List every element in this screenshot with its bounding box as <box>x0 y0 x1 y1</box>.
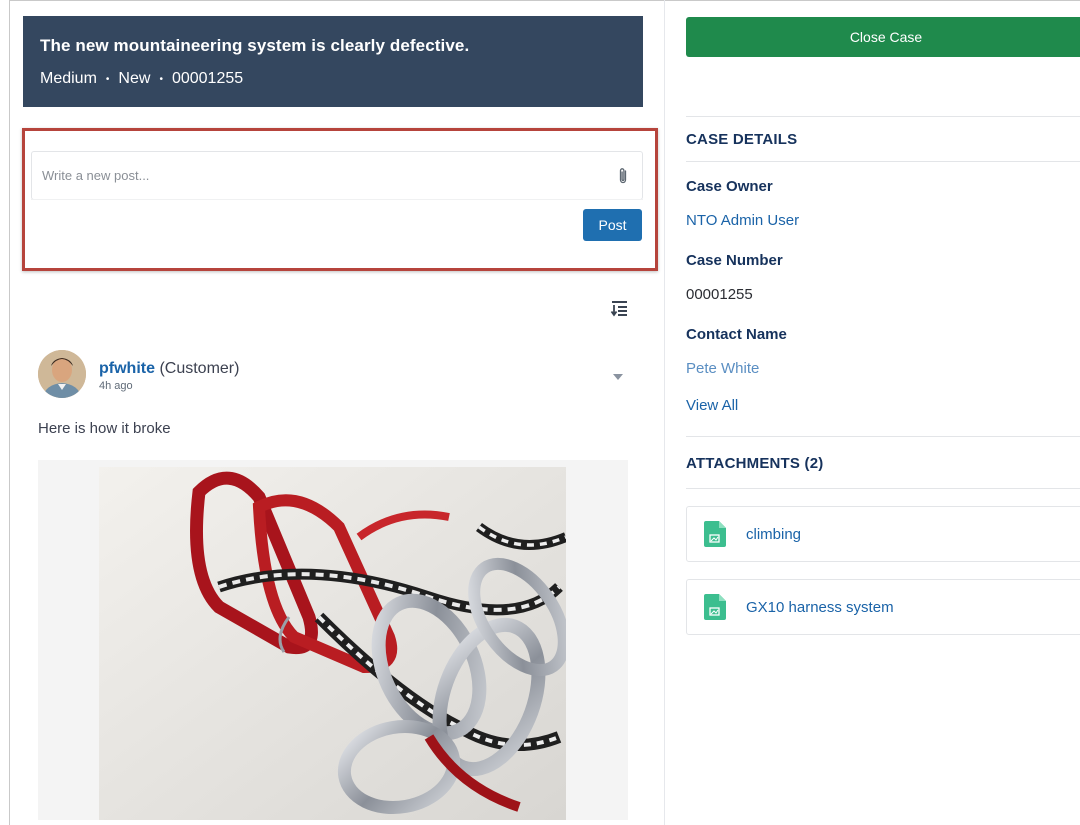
sort-feed-icon[interactable] <box>610 299 630 317</box>
author-name-link[interactable]: pfwhite <box>99 360 155 377</box>
attachment-item[interactable]: GX10 harness system <box>686 579 1080 635</box>
case-meta: Medium • New • 00001255 <box>40 70 626 88</box>
column-divider <box>664 0 665 825</box>
case-details-heading: CASE DETAILS <box>686 131 798 148</box>
contact-name-label: Contact Name <box>686 326 787 343</box>
frame-border-top <box>9 0 1080 1</box>
case-subject: The new mountaineering system is clearly… <box>40 36 470 55</box>
image-file-icon <box>704 521 726 547</box>
case-number-label: Case Number <box>686 252 783 269</box>
attachment-item[interactable]: climbing <box>686 506 1080 562</box>
divider <box>686 161 1080 162</box>
contact-name-link[interactable]: Pete White <box>686 360 759 377</box>
case-owner-label: Case Owner <box>686 178 773 195</box>
new-post-input[interactable] <box>42 168 614 183</box>
case-header: The new mountaineering system is clearly… <box>23 16 643 107</box>
post-timestamp[interactable]: 4h ago <box>99 380 133 392</box>
post-button[interactable]: Post <box>583 209 642 241</box>
frame-border-left <box>9 0 10 825</box>
case-priority: Medium <box>40 70 97 87</box>
case-status: New <box>118 70 151 87</box>
close-case-button[interactable]: Close Case <box>686 17 1080 57</box>
meta-separator: • <box>105 73 110 85</box>
view-all-link[interactable]: View All <box>686 397 738 414</box>
case-number-value: 00001255 <box>686 286 753 303</box>
carabiner-photo[interactable] <box>99 467 570 820</box>
divider <box>686 436 1080 437</box>
author-role: (Customer) <box>159 360 240 377</box>
paperclip-icon[interactable] <box>614 166 632 186</box>
post-image-container <box>38 460 628 820</box>
meta-separator: • <box>159 73 163 85</box>
post-body: Here is how it broke <box>38 420 171 437</box>
attachment-name: GX10 harness system <box>746 598 894 616</box>
case-number: 00001255 <box>171 70 244 87</box>
post-composer <box>31 151 643 200</box>
case-owner-link[interactable]: NTO Admin User <box>686 212 799 229</box>
image-file-icon <box>704 594 726 620</box>
attachment-name: climbing <box>746 525 802 543</box>
feed-author: pfwhite (Customer) <box>99 360 239 378</box>
divider <box>686 488 1080 489</box>
publisher-footer <box>31 199 643 245</box>
avatar[interactable] <box>38 350 86 398</box>
divider <box>686 116 1080 117</box>
chevron-down-icon[interactable] <box>612 368 624 380</box>
attachments-heading: ATTACHMENTS (2) <box>686 455 824 472</box>
